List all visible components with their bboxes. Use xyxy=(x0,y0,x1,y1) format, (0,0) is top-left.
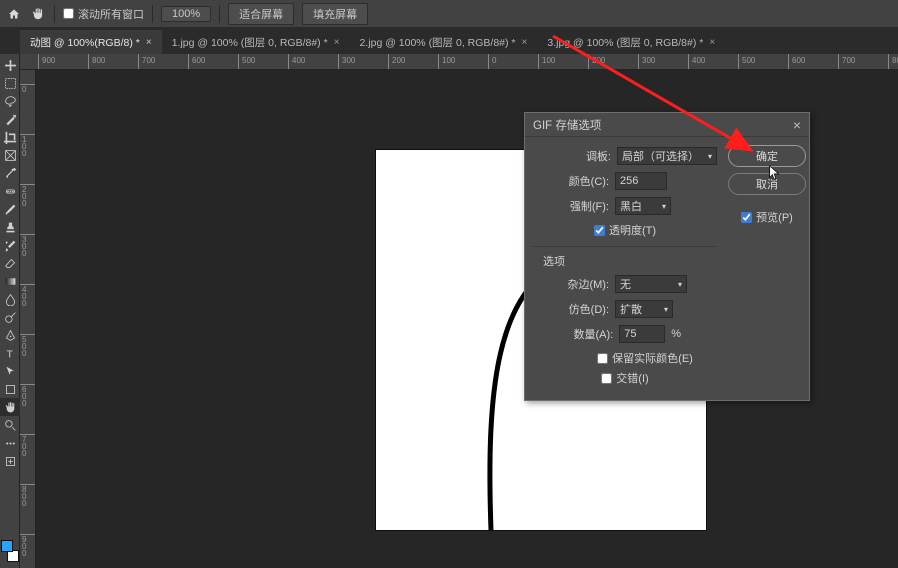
eyedropper-tool-icon[interactable] xyxy=(0,164,20,182)
chevron-down-icon: ▾ xyxy=(678,280,682,289)
doc-tab[interactable]: 2.jpg @ 100% (图层 0, RGB/8#) * × xyxy=(350,30,538,54)
hand-tool-icon[interactable] xyxy=(30,6,46,22)
forced-label: 强制(F): xyxy=(570,198,609,214)
crop-tool-icon[interactable] xyxy=(0,128,20,146)
wand-tool-icon[interactable] xyxy=(0,110,20,128)
gradient-tool-icon[interactable] xyxy=(0,272,20,290)
chevron-down-icon: ▾ xyxy=(664,305,668,314)
amount-suffix: % xyxy=(671,328,681,340)
gif-save-options-dialog: GIF 存储选项 × 调板: 局部（可选择）▾ 颜色(C): 256 强制(F)… xyxy=(524,112,810,401)
interlace-checkbox[interactable]: 交错(I) xyxy=(533,368,717,388)
move-tool-icon[interactable] xyxy=(0,56,20,74)
stamp-tool-icon[interactable] xyxy=(0,218,20,236)
shape-tool-icon[interactable] xyxy=(0,380,20,398)
option-bar: 滚动所有窗口 100% 适合屏幕 填充屏幕 xyxy=(0,0,898,28)
amount-input[interactable]: 75 xyxy=(619,325,665,343)
doc-tab[interactable]: 3.jpg @ 100% (图层 0, RGB/8#) * × xyxy=(537,30,725,54)
brush-tool-icon[interactable] xyxy=(0,200,20,218)
colors-input[interactable]: 256 xyxy=(615,172,667,190)
heal-tool-icon[interactable] xyxy=(0,182,20,200)
doc-tab-label: 动图 @ 100%(RGB/8) * xyxy=(30,35,140,50)
hand-tool-icon[interactable] xyxy=(0,398,20,416)
doc-tab-label: 1.jpg @ 100% (图层 0, RGB/8#) * xyxy=(172,35,328,50)
dither-select[interactable]: 扩散▾ xyxy=(615,300,673,318)
matte-label: 杂边(M): xyxy=(567,276,609,292)
type-tool-icon[interactable]: T xyxy=(0,344,20,362)
amount-label: 数量(A): xyxy=(573,326,613,342)
chevron-down-icon: ▾ xyxy=(708,152,712,161)
forced-select[interactable]: 黑白▾ xyxy=(615,197,671,215)
edit-toolbar-icon[interactable] xyxy=(0,452,20,470)
zoom-tool-icon[interactable] xyxy=(0,416,20,434)
dialog-titlebar[interactable]: GIF 存储选项 × xyxy=(525,113,809,137)
dodge-tool-icon[interactable] xyxy=(0,308,20,326)
matte-select[interactable]: 无▾ xyxy=(615,275,687,293)
preserve-exact-colors-checkbox[interactable]: 保留实际颜色(E) xyxy=(533,348,717,368)
doc-tab-label: 2.jpg @ 100% (图层 0, RGB/8#) * xyxy=(360,35,516,50)
document-tab-bar: 动图 @ 100%(RGB/8) * × 1.jpg @ 100% (图层 0,… xyxy=(0,28,898,54)
path-select-tool-icon[interactable] xyxy=(0,362,20,380)
scroll-all-windows-checkbox[interactable]: 滚动所有窗口 xyxy=(63,6,144,22)
color-swatches[interactable] xyxy=(1,540,19,562)
home-icon[interactable] xyxy=(6,6,22,22)
pen-tool-icon[interactable] xyxy=(0,326,20,344)
eraser-tool-icon[interactable] xyxy=(0,254,20,272)
svg-text:T: T xyxy=(6,348,13,359)
dialog-title: GIF 存储选项 xyxy=(533,117,601,133)
separator xyxy=(219,5,220,23)
cancel-button[interactable]: 取消 xyxy=(728,173,806,195)
separator xyxy=(152,5,153,23)
lasso-tool-icon[interactable] xyxy=(0,92,20,110)
close-icon[interactable]: × xyxy=(709,37,715,48)
more-tools-icon[interactable] xyxy=(0,434,20,452)
dither-label: 仿色(D): xyxy=(569,301,609,317)
chevron-down-icon: ▾ xyxy=(662,202,666,211)
close-icon[interactable]: × xyxy=(522,37,528,48)
fill-screen-button[interactable]: 填充屏幕 xyxy=(302,3,368,25)
foreground-swatch[interactable] xyxy=(1,540,13,552)
vertical-ruler: 01 0 02 0 03 0 04 0 05 0 06 0 07 0 08 0 … xyxy=(20,70,36,568)
palette-select[interactable]: 局部（可选择）▾ xyxy=(617,147,717,165)
ok-button[interactable]: 确定 xyxy=(728,145,806,167)
doc-tab-active[interactable]: 动图 @ 100%(RGB/8) * × xyxy=(20,30,162,54)
marquee-tool-icon[interactable] xyxy=(0,74,20,92)
doc-tab[interactable]: 1.jpg @ 100% (图层 0, RGB/8#) * × xyxy=(162,30,350,54)
close-icon[interactable]: × xyxy=(334,37,340,48)
transparency-checkbox[interactable]: 透明度(T) xyxy=(533,220,717,240)
colors-label: 颜色(C): xyxy=(569,173,609,189)
history-brush-tool-icon[interactable] xyxy=(0,236,20,254)
palette-label: 调板: xyxy=(586,148,611,164)
doc-tab-label: 3.jpg @ 100% (图层 0, RGB/8#) * xyxy=(547,35,703,50)
zoom-level[interactable]: 100% xyxy=(161,6,211,22)
options-section-title: 选项 xyxy=(543,253,717,269)
blur-tool-icon[interactable] xyxy=(0,290,20,308)
horizontal-ruler: 9008007006005004003002001000100200300400… xyxy=(20,54,898,70)
close-icon[interactable]: × xyxy=(793,117,801,133)
preview-checkbox[interactable]: 预览(P) xyxy=(741,209,793,225)
separator xyxy=(54,5,55,23)
frame-tool-icon[interactable] xyxy=(0,146,20,164)
fit-screen-button[interactable]: 适合屏幕 xyxy=(228,3,294,25)
tool-strip: T xyxy=(0,54,20,568)
close-icon[interactable]: × xyxy=(146,37,152,48)
